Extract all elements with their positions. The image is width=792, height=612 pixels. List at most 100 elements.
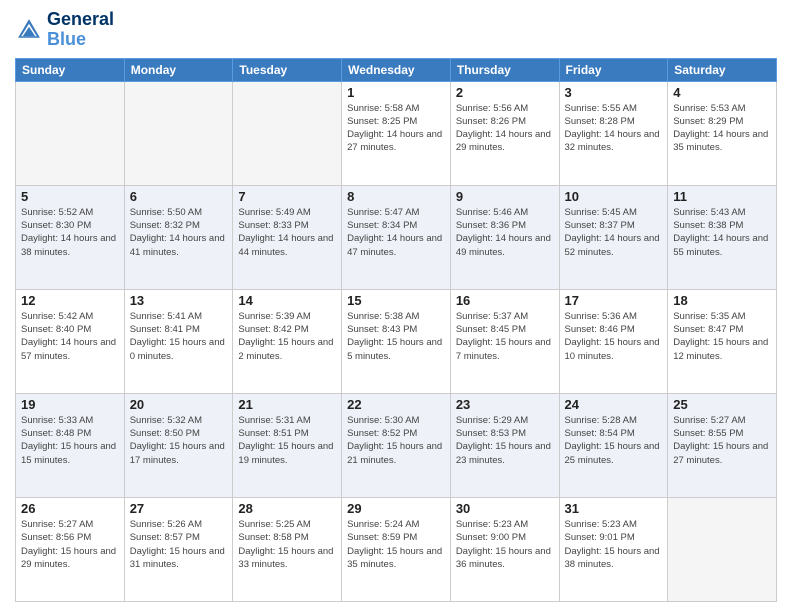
day-info: Sunrise: 5:39 AM Sunset: 8:42 PM Dayligh…: [238, 310, 336, 363]
week-row-2: 5 Sunrise: 5:52 AM Sunset: 8:30 PM Daylig…: [16, 185, 777, 289]
day-info: Sunrise: 5:35 AM Sunset: 8:47 PM Dayligh…: [673, 310, 771, 363]
day-number: 8: [347, 189, 445, 204]
calendar-cell: 17 Sunrise: 5:36 AM Sunset: 8:46 PM Dayli…: [559, 289, 668, 393]
calendar-cell: [233, 81, 342, 185]
day-info: Sunrise: 5:42 AM Sunset: 8:40 PM Dayligh…: [21, 310, 119, 363]
day-info: Sunrise: 5:30 AM Sunset: 8:52 PM Dayligh…: [347, 414, 445, 467]
day-number: 10: [565, 189, 663, 204]
weekday-header-thursday: Thursday: [450, 58, 559, 81]
day-info: Sunrise: 5:29 AM Sunset: 8:53 PM Dayligh…: [456, 414, 554, 467]
calendar-cell: 6 Sunrise: 5:50 AM Sunset: 8:32 PM Daylig…: [124, 185, 233, 289]
calendar-cell: 10 Sunrise: 5:45 AM Sunset: 8:37 PM Dayli…: [559, 185, 668, 289]
day-number: 9: [456, 189, 554, 204]
calendar-cell: 19 Sunrise: 5:33 AM Sunset: 8:48 PM Dayli…: [16, 393, 125, 497]
day-info: Sunrise: 5:23 AM Sunset: 9:00 PM Dayligh…: [456, 518, 554, 571]
day-number: 16: [456, 293, 554, 308]
weekday-header-monday: Monday: [124, 58, 233, 81]
calendar-cell: 11 Sunrise: 5:43 AM Sunset: 8:38 PM Dayli…: [668, 185, 777, 289]
day-number: 13: [130, 293, 228, 308]
day-number: 5: [21, 189, 119, 204]
calendar-cell: 7Sunrise: 5:49 AM Sunset: 8:33 PM Daylig…: [233, 185, 342, 289]
day-number: 29: [347, 501, 445, 516]
calendar-cell: 21 Sunrise: 5:31 AM Sunset: 8:51 PM Dayli…: [233, 393, 342, 497]
day-number: 6: [130, 189, 228, 204]
day-info: Sunrise: 5:47 AM Sunset: 8:34 PM Dayligh…: [347, 206, 445, 259]
calendar-cell: 5 Sunrise: 5:52 AM Sunset: 8:30 PM Daylig…: [16, 185, 125, 289]
day-number: 21: [238, 397, 336, 412]
day-info: Sunrise: 5:41 AM Sunset: 8:41 PM Dayligh…: [130, 310, 228, 363]
day-info: Sunrise: 5:26 AM Sunset: 8:57 PM Dayligh…: [130, 518, 228, 571]
day-info: Sunrise: 5:55 AM Sunset: 8:28 PM Dayligh…: [565, 102, 663, 155]
calendar-cell: 9Sunrise: 5:46 AM Sunset: 8:36 PM Daylig…: [450, 185, 559, 289]
day-number: 22: [347, 397, 445, 412]
calendar-cell: 3 Sunrise: 5:55 AM Sunset: 8:28 PM Daylig…: [559, 81, 668, 185]
weekday-header-wednesday: Wednesday: [342, 58, 451, 81]
week-row-5: 26 Sunrise: 5:27 AM Sunset: 8:56 PM Dayli…: [16, 497, 777, 601]
calendar-cell: 24 Sunrise: 5:28 AM Sunset: 8:54 PM Dayli…: [559, 393, 668, 497]
day-number: 11: [673, 189, 771, 204]
day-info: Sunrise: 5:27 AM Sunset: 8:56 PM Dayligh…: [21, 518, 119, 571]
weekday-header-row: SundayMondayTuesdayWednesdayThursdayFrid…: [16, 58, 777, 81]
day-info: Sunrise: 5:53 AM Sunset: 8:29 PM Dayligh…: [673, 102, 771, 155]
day-number: 3: [565, 85, 663, 100]
calendar-cell: 15Sunrise: 5:38 AM Sunset: 8:43 PM Dayli…: [342, 289, 451, 393]
day-info: Sunrise: 5:50 AM Sunset: 8:32 PM Dayligh…: [130, 206, 228, 259]
calendar-cell: 18Sunrise: 5:35 AM Sunset: 8:47 PM Dayli…: [668, 289, 777, 393]
day-info: Sunrise: 5:43 AM Sunset: 8:38 PM Dayligh…: [673, 206, 771, 259]
day-info: Sunrise: 5:31 AM Sunset: 8:51 PM Dayligh…: [238, 414, 336, 467]
day-info: Sunrise: 5:38 AM Sunset: 8:43 PM Dayligh…: [347, 310, 445, 363]
calendar-cell: 31Sunrise: 5:23 AM Sunset: 9:01 PM Dayli…: [559, 497, 668, 601]
calendar-cell: 20Sunrise: 5:32 AM Sunset: 8:50 PM Dayli…: [124, 393, 233, 497]
week-row-3: 12 Sunrise: 5:42 AM Sunset: 8:40 PM Dayli…: [16, 289, 777, 393]
day-info: Sunrise: 5:58 AM Sunset: 8:25 PM Dayligh…: [347, 102, 445, 155]
day-number: 30: [456, 501, 554, 516]
calendar-cell: [16, 81, 125, 185]
weekday-header-friday: Friday: [559, 58, 668, 81]
logo-icon: [15, 16, 43, 44]
week-row-1: 1 Sunrise: 5:58 AM Sunset: 8:25 PM Daylig…: [16, 81, 777, 185]
logo-blue: Blue: [47, 30, 114, 50]
page: General Blue SundayMondayTuesdayWednesda…: [0, 0, 792, 612]
day-number: 2: [456, 85, 554, 100]
day-number: 1: [347, 85, 445, 100]
calendar-cell: [668, 497, 777, 601]
day-info: Sunrise: 5:56 AM Sunset: 8:26 PM Dayligh…: [456, 102, 554, 155]
day-info: Sunrise: 5:45 AM Sunset: 8:37 PM Dayligh…: [565, 206, 663, 259]
calendar-cell: 12 Sunrise: 5:42 AM Sunset: 8:40 PM Dayli…: [16, 289, 125, 393]
calendar-cell: 4Sunrise: 5:53 AM Sunset: 8:29 PM Daylig…: [668, 81, 777, 185]
calendar-cell: 8 Sunrise: 5:47 AM Sunset: 8:34 PM Daylig…: [342, 185, 451, 289]
day-info: Sunrise: 5:33 AM Sunset: 8:48 PM Dayligh…: [21, 414, 119, 467]
calendar-cell: 29Sunrise: 5:24 AM Sunset: 8:59 PM Dayli…: [342, 497, 451, 601]
calendar-cell: 2 Sunrise: 5:56 AM Sunset: 8:26 PM Daylig…: [450, 81, 559, 185]
calendar-cell: 16 Sunrise: 5:37 AM Sunset: 8:45 PM Dayli…: [450, 289, 559, 393]
weekday-header-sunday: Sunday: [16, 58, 125, 81]
day-number: 27: [130, 501, 228, 516]
day-number: 25: [673, 397, 771, 412]
day-number: 17: [565, 293, 663, 308]
day-number: 28: [238, 501, 336, 516]
calendar-cell: [124, 81, 233, 185]
day-info: Sunrise: 5:32 AM Sunset: 8:50 PM Dayligh…: [130, 414, 228, 467]
calendar-cell: 25Sunrise: 5:27 AM Sunset: 8:55 PM Dayli…: [668, 393, 777, 497]
day-info: Sunrise: 5:52 AM Sunset: 8:30 PM Dayligh…: [21, 206, 119, 259]
week-row-4: 19 Sunrise: 5:33 AM Sunset: 8:48 PM Dayli…: [16, 393, 777, 497]
calendar-cell: 13 Sunrise: 5:41 AM Sunset: 8:41 PM Dayli…: [124, 289, 233, 393]
day-info: Sunrise: 5:37 AM Sunset: 8:45 PM Dayligh…: [456, 310, 554, 363]
day-number: 19: [21, 397, 119, 412]
weekday-header-tuesday: Tuesday: [233, 58, 342, 81]
day-number: 12: [21, 293, 119, 308]
calendar-cell: 27 Sunrise: 5:26 AM Sunset: 8:57 PM Dayli…: [124, 497, 233, 601]
day-info: Sunrise: 5:28 AM Sunset: 8:54 PM Dayligh…: [565, 414, 663, 467]
day-info: Sunrise: 5:25 AM Sunset: 8:58 PM Dayligh…: [238, 518, 336, 571]
day-info: Sunrise: 5:36 AM Sunset: 8:46 PM Dayligh…: [565, 310, 663, 363]
day-number: 14: [238, 293, 336, 308]
day-number: 26: [21, 501, 119, 516]
logo-text: General Blue: [47, 10, 114, 50]
weekday-header-saturday: Saturday: [668, 58, 777, 81]
calendar-cell: 23Sunrise: 5:29 AM Sunset: 8:53 PM Dayli…: [450, 393, 559, 497]
calendar-cell: 30 Sunrise: 5:23 AM Sunset: 9:00 PM Dayli…: [450, 497, 559, 601]
day-number: 24: [565, 397, 663, 412]
logo-general: General: [47, 10, 114, 30]
calendar-table: SundayMondayTuesdayWednesdayThursdayFrid…: [15, 58, 777, 602]
day-info: Sunrise: 5:23 AM Sunset: 9:01 PM Dayligh…: [565, 518, 663, 571]
